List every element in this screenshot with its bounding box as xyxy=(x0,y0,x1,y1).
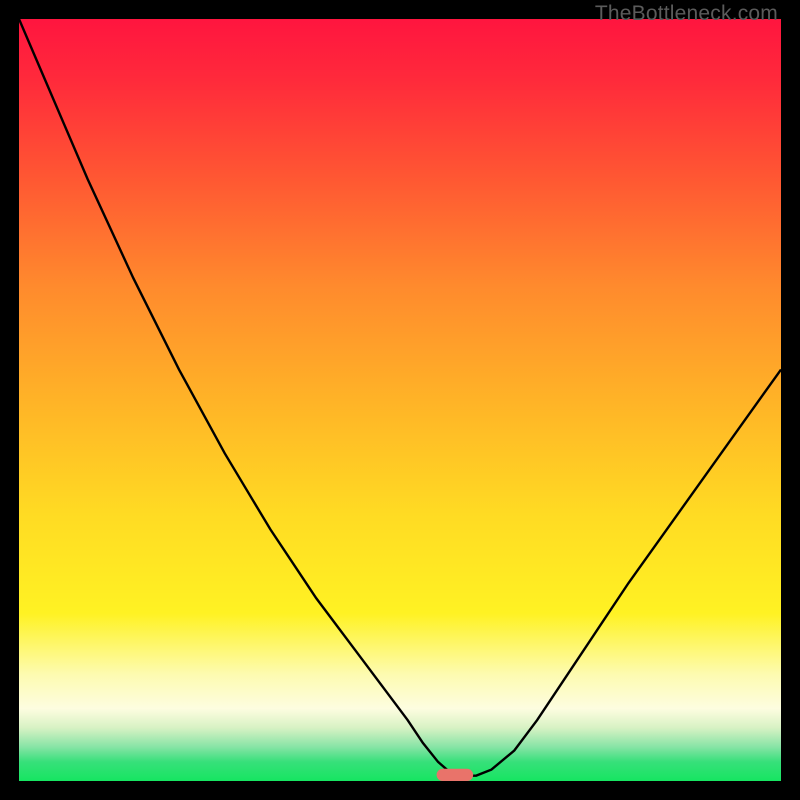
chart-background xyxy=(19,19,781,781)
watermark-text: TheBottleneck.com xyxy=(595,2,778,26)
chart-frame xyxy=(19,19,781,781)
bottleneck-chart xyxy=(19,19,781,781)
optimum-pill xyxy=(437,769,474,781)
